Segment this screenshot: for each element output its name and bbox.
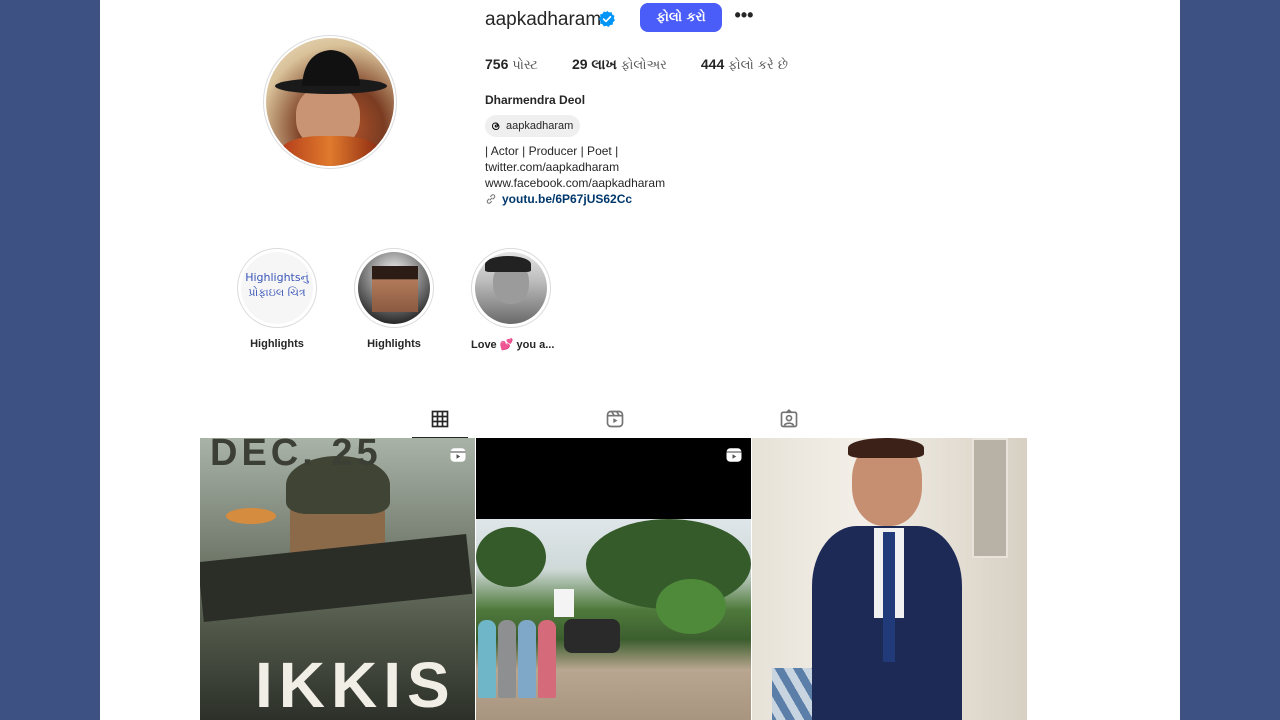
post-outdoor-scene [476,519,751,720]
post-person [538,620,556,698]
threads-icon [491,122,500,131]
bio-line: | Actor | Producer | Poet | [485,144,619,158]
bio-line: www.facebook.com/aapkadharam [485,176,666,190]
verified-badge-icon [598,10,615,27]
stat-followers-label: ફોલોઅર [620,58,667,73]
highlight-image: Highlightsનું પ્રોફાઇલ ચિત્ર [241,252,313,324]
tab-posts[interactable] [412,400,468,438]
highlight-portrait [372,266,418,312]
bio-line: twitter.com/aapkadharam [485,160,620,174]
post-tie [883,532,895,662]
profile-username: aapkadharam [485,9,602,30]
highlight-item[interactable]: Love 💕 you a... [471,248,555,351]
profile-page: aapkadharam ફોલો કરો ••• 756 પોસ્ટ 29 લા… [100,0,1180,720]
highlight-image-line: પ્રોફાઇલ ચિત્ર [248,286,306,299]
avatar-scarf [280,136,380,166]
post-poster-title: IKKIS [255,649,456,720]
story-highlights: Highlightsનું પ્રોફાઇલ ચિત્ર Highlights … [237,248,588,351]
post-motorcycles [564,619,620,653]
threads-handle: aapkadharam [506,120,574,132]
highlight-label: Love 💕 you a... [471,339,555,351]
bio-link-text: youtu.be/6P67jUS62Cc [502,192,633,206]
post-person [498,620,516,698]
reels-icon [606,410,624,428]
follow-button[interactable]: ફોલો કરો [640,3,722,32]
post-mirror [972,438,1008,558]
post-hair [848,438,924,458]
stat-posts[interactable]: 756 પોસ્ટ [485,56,538,73]
highlight-item[interactable]: Highlights [354,248,434,351]
stat-posts-value: 756 [485,56,509,72]
stat-followers-value: 29 લાખ [571,56,617,72]
highlight-item[interactable]: Highlightsનું પ્રોફાઇલ ચિત્ર Highlights [237,248,317,351]
tab-tagged[interactable] [761,400,817,438]
post-gun [200,534,473,622]
post-palm [656,579,726,634]
reel-icon [726,448,742,462]
post-tile[interactable] [752,438,1027,720]
highlight-ring [354,248,434,328]
stat-following[interactable]: 444 ફોલો કરે છે [701,56,788,73]
highlight-image-text: Highlightsનું પ્રોફાઇલ ચિત્ર [241,270,313,300]
reel-icon [450,448,466,462]
stat-following-value: 444 [700,56,725,72]
grid-icon [431,410,449,427]
post-tile[interactable] [476,438,751,720]
post-explosion [226,508,276,524]
highlight-image-line: Highlightsનું [245,271,309,284]
post-tree [476,527,546,587]
link-icon [486,194,496,204]
threads-badge[interactable]: aapkadharam [485,115,581,137]
highlight-ring [471,248,551,328]
post-vehicle [554,589,574,617]
post-tile[interactable]: DEC. 25 IKKIS [200,438,475,720]
stat-following-label: ફોલો કરે છે [728,58,788,73]
posts-grid: DEC. 25 IKKIS [200,438,1028,720]
post-poster-date: DEC. 25 [210,438,382,474]
highlight-ring: Highlightsનું પ્રોફાઇલ ચિત્ર [237,248,317,328]
tagged-icon [780,409,798,428]
highlight-hat [485,256,531,272]
post-person [478,620,496,698]
profile-stats: 756 પોસ્ટ 29 લાખ ફોલોઅર 444 ફોલો કરે છે [485,56,822,73]
highlight-label: Highlights [250,338,304,350]
post-person [518,620,536,698]
bio-link[interactable]: youtu.be/6P67jUS62Cc [485,191,665,207]
more-options-icon[interactable]: ••• [732,5,756,29]
highlight-label: Highlights [367,338,421,350]
hat-shape [275,50,387,94]
highlight-image [358,252,430,324]
highlight-image [475,252,547,324]
stat-posts-label: પોસ્ટ [512,58,538,73]
stat-followers[interactable]: 29 લાખ ફોલોઅર [572,56,667,73]
profile-bio: | Actor | Producer | Poet | twitter.com/… [485,143,665,207]
profile-full-name: Dharmendra Deol [485,93,586,107]
tab-reels[interactable] [587,400,643,438]
avatar-image [266,38,394,166]
profile-avatar[interactable] [263,35,397,169]
profile-tabs [200,400,1030,438]
